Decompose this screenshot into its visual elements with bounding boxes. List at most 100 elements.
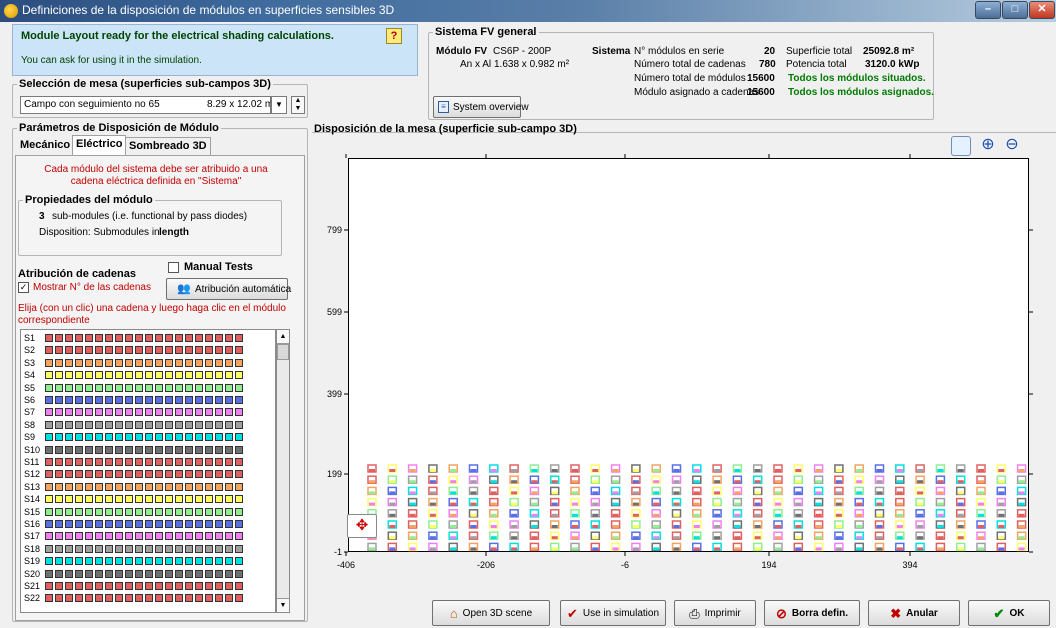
scroll-down-icon[interactable]: ▼ xyxy=(277,598,289,612)
module-cell xyxy=(135,346,143,355)
string-modules xyxy=(45,334,245,342)
scroll-thumb[interactable] xyxy=(277,344,289,360)
string-label: S3 xyxy=(24,357,36,368)
dropdown-arrow-icon[interactable]: ▼ xyxy=(271,96,287,114)
module-cell xyxy=(195,433,203,442)
string-row[interactable]: S9 xyxy=(21,431,275,443)
module-fill xyxy=(957,547,964,551)
module-cell xyxy=(115,445,123,454)
module-cell xyxy=(145,544,153,553)
module-cell xyxy=(155,520,163,528)
module-cell xyxy=(225,569,233,578)
module-fill xyxy=(1018,469,1025,472)
string-row[interactable]: S20 xyxy=(21,568,275,580)
module-cell xyxy=(215,383,223,392)
string-row[interactable]: S18 xyxy=(21,543,275,555)
minimize-button[interactable]: – xyxy=(975,1,1001,19)
move-icon[interactable]: ✥ xyxy=(347,514,377,538)
module-cell xyxy=(45,408,53,417)
help-button[interactable]: ? xyxy=(386,28,402,44)
module-cell xyxy=(65,557,73,566)
string-row[interactable]: S5 xyxy=(21,382,275,394)
module-cell xyxy=(95,358,103,367)
string-row[interactable]: S14 xyxy=(21,493,275,505)
maximize-button[interactable]: □ xyxy=(1002,1,1028,19)
module-cell xyxy=(75,520,83,528)
tab-sombreado[interactable]: Sombreado 3D xyxy=(125,137,211,155)
ok-button[interactable]: ✔ OK xyxy=(968,600,1050,626)
module-cell xyxy=(55,520,63,528)
module-cell xyxy=(75,507,83,516)
system-overview-button[interactable]: ≡ System overview xyxy=(433,96,529,118)
cancel-button[interactable]: ✖ Anular xyxy=(868,600,960,626)
delete-definition-button[interactable]: ⊘ Borra defin. xyxy=(764,600,860,626)
string-row[interactable]: S11 xyxy=(21,456,275,468)
module-cell xyxy=(215,544,223,553)
string-row[interactable]: S16 xyxy=(21,518,275,530)
string-row[interactable]: S2 xyxy=(21,344,275,356)
show-numbers-checkbox[interactable]: ✓ xyxy=(18,282,29,293)
spinner-icon[interactable]: ▲ ▼ xyxy=(291,96,305,114)
string-list-scrollbar[interactable]: ▲ ▼ xyxy=(276,329,290,613)
module-cell xyxy=(235,420,243,429)
module-fill xyxy=(653,513,660,517)
params-legend: Parámetros de Disposición de Módulo xyxy=(19,122,219,134)
module-fill xyxy=(531,491,538,495)
module-fill xyxy=(693,547,700,551)
module-cell xyxy=(125,408,133,417)
tab-mecanico[interactable]: Mecánico xyxy=(17,137,73,155)
string-row[interactable]: S4 xyxy=(21,369,275,381)
module-cell xyxy=(225,420,233,429)
module-cell xyxy=(155,557,163,566)
table-select-combo[interactable]: Campo con seguimiento no 65 8.29 x 12.02… xyxy=(20,96,273,114)
module-fill xyxy=(632,525,639,528)
close-button[interactable]: ✕ xyxy=(1029,1,1055,19)
string-label: S18 xyxy=(24,543,41,554)
module-fill xyxy=(815,480,822,484)
layout-legend: Disposición de la mesa (superficie sub-c… xyxy=(314,123,577,135)
string-row[interactable]: S3 xyxy=(21,357,275,369)
string-row[interactable]: S1 xyxy=(21,332,275,344)
string-row[interactable]: S7 xyxy=(21,406,275,418)
string-list[interactable]: S1 S2 S3 S4 S5 S6 S7 S8 S9 S10 S11 S12 S13 S14 S15 S16 S… xyxy=(20,329,276,613)
string-label: S19 xyxy=(24,556,41,567)
string-row[interactable]: S19 xyxy=(21,555,275,567)
string-row[interactable]: S12 xyxy=(21,468,275,480)
open-3d-button[interactable]: ⌂ Open 3D scene xyxy=(432,600,550,626)
module-cell xyxy=(225,433,233,442)
module-fill xyxy=(775,480,781,484)
module-dims: 1.638 x 0.982 m² xyxy=(494,59,570,70)
print-button[interactable]: ⎙ Imprimir xyxy=(674,600,756,626)
module-cell xyxy=(65,358,73,367)
module-fill xyxy=(450,525,457,528)
string-row[interactable]: S22 xyxy=(21,592,275,604)
module-cell xyxy=(135,433,143,442)
module-fill xyxy=(856,491,863,495)
module-cell xyxy=(235,334,243,342)
string-row[interactable]: S15 xyxy=(21,506,275,518)
module-cell xyxy=(95,532,103,541)
manual-tests-checkbox[interactable] xyxy=(168,262,179,273)
auto-attribution-button[interactable]: 👥 Atribución automática xyxy=(166,278,291,300)
module-fill xyxy=(734,491,741,495)
use-in-simulation-button[interactable]: ✔ Use in simulation xyxy=(560,600,666,626)
module-fill xyxy=(876,536,883,540)
disposition-value: length xyxy=(159,227,189,238)
string-row[interactable]: S17 xyxy=(21,530,275,542)
instructions-text: Elija (con un clic) una cadena y luego h… xyxy=(18,303,286,326)
tab-electrico[interactable]: Eléctrico xyxy=(72,135,127,155)
module-cell xyxy=(65,371,73,380)
string-row[interactable]: S10 xyxy=(21,444,275,456)
module-fill xyxy=(998,469,1005,472)
string-row[interactable]: S13 xyxy=(21,481,275,493)
string-row[interactable]: S6 xyxy=(21,394,275,406)
string-row[interactable]: S8 xyxy=(21,419,275,431)
module-fill xyxy=(592,536,599,540)
module-fill xyxy=(653,502,660,506)
scroll-up-icon[interactable]: ▲ xyxy=(277,330,289,344)
module-cell xyxy=(75,433,83,442)
string-label: S7 xyxy=(24,407,36,418)
module-cell xyxy=(165,433,173,442)
module-cell xyxy=(115,396,123,404)
string-row[interactable]: S21 xyxy=(21,580,275,592)
